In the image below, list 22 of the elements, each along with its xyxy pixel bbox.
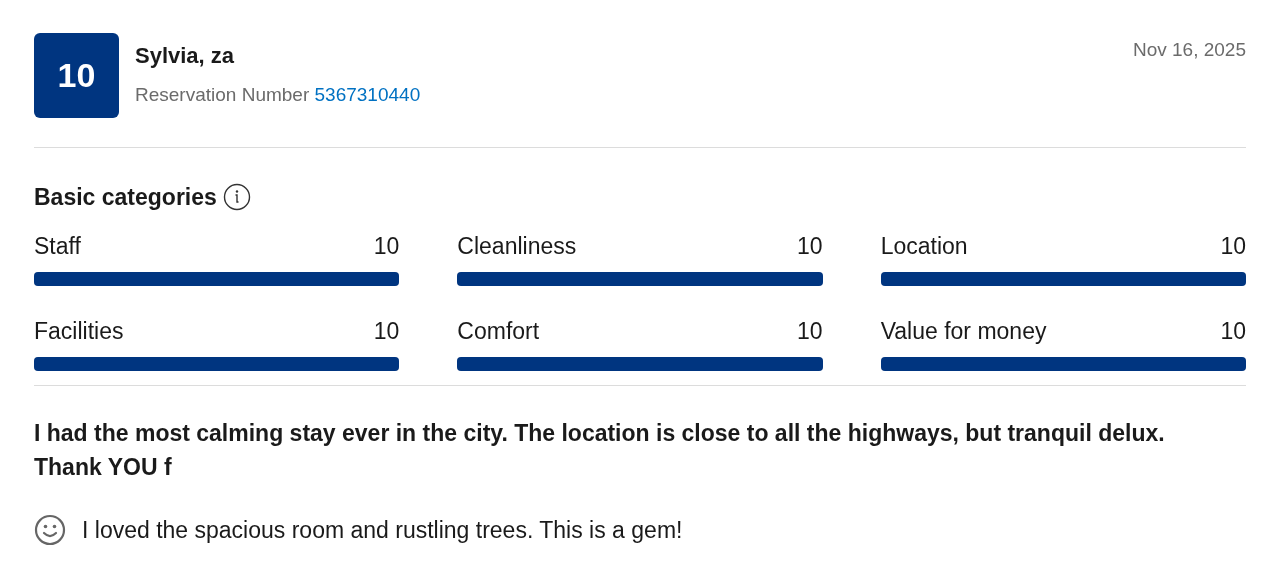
category-label: Location [880,232,968,261]
category-label: Facilities [34,317,124,346]
category-score: 10 [1220,232,1246,261]
review-headline: I had the most calming stay ever in the city. The location is close to all the highways, but tranquil delux. Thank YOU f [34,419,1166,482]
category-score: 10 [797,232,823,261]
smiley-icon [34,514,66,546]
review-date: Nov 16, 2025 [1132,38,1246,62]
section-title: Basic categories [34,183,217,212]
positive-comment: I loved the spacious room and rustling trees. This is a gem! [82,516,683,545]
reservation-number-link[interactable]: 5367310440 [314,84,421,105]
category-label: Comfort [457,317,540,346]
category-score: 10 [1220,317,1246,346]
category-score: 10 [373,232,400,261]
category-score: 10 [373,317,400,346]
reservation-label: Reservation Number [135,84,310,105]
category-label: Staff [34,232,81,261]
category-label: Value for money [880,317,1047,346]
info-icon[interactable] [222,183,251,211]
reviewer-name: Sylvia, za [135,42,236,70]
category-score: 10 [797,317,823,346]
score-badge: 10 [34,33,119,118]
category-label: Cleanliness [457,232,577,261]
